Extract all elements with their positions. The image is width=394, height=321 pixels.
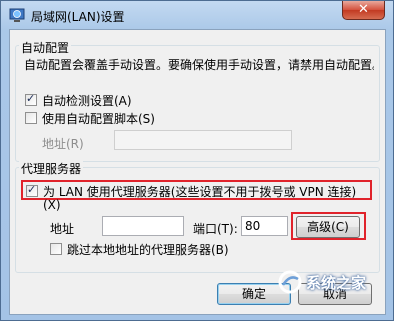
use-proxy-label-accesskey: (X) — [43, 198, 61, 212]
window-title: 局域网(LAN)设置 — [31, 10, 125, 24]
auto-config-group-title: 自动配置 — [19, 39, 72, 56]
proxy-address-input[interactable] — [102, 216, 184, 236]
use-script-checkbox[interactable] — [25, 112, 37, 124]
auto-config-description: 自动配置会覆盖手动设置。要确保使用手动设置，请禁用自动配置。 — [24, 58, 374, 72]
proxy-group-title: 代理服务器 — [19, 160, 84, 177]
auto-detect-checkbox[interactable] — [25, 92, 37, 106]
use-script-label[interactable]: 使用自动配置脚本(S) — [42, 110, 155, 127]
proxy-port-input[interactable]: 80 — [241, 216, 288, 236]
close-icon: ✕ — [358, 2, 369, 17]
script-address-input[interactable] — [114, 130, 292, 150]
bypass-local-checkbox[interactable] — [50, 243, 62, 255]
proxy-address-label: 地址 — [50, 222, 75, 236]
watermark-logo-icon — [278, 270, 302, 294]
bypass-local-label[interactable]: 跳过本地地址的代理服务器(B) — [67, 241, 229, 258]
watermark-text: 系统之家 — [306, 274, 367, 292]
title-bar[interactable]: 局域网(LAN)设置 ✕ — [1, 1, 393, 29]
network-globe-icon — [9, 8, 25, 22]
proxy-port-label: 端口(T): — [193, 222, 238, 236]
close-button[interactable]: ✕ — [342, 1, 385, 20]
advanced-button[interactable]: 高级(C) — [296, 216, 360, 238]
use-proxy-checkbox[interactable] — [26, 183, 38, 197]
use-proxy-label[interactable]: 为 LAN 使用代理服务器(这些设置不用于拨号或 VPN 连接) — [43, 183, 356, 200]
auto-detect-label[interactable]: 自动检测设置(A) — [42, 92, 132, 109]
lan-settings-window: 局域网(LAN)设置 ✕ 自动配置 自动配置会覆盖手动设置。要确保使用手动设置，… — [0, 0, 394, 321]
script-address-label: 地址(R) — [42, 137, 84, 151]
